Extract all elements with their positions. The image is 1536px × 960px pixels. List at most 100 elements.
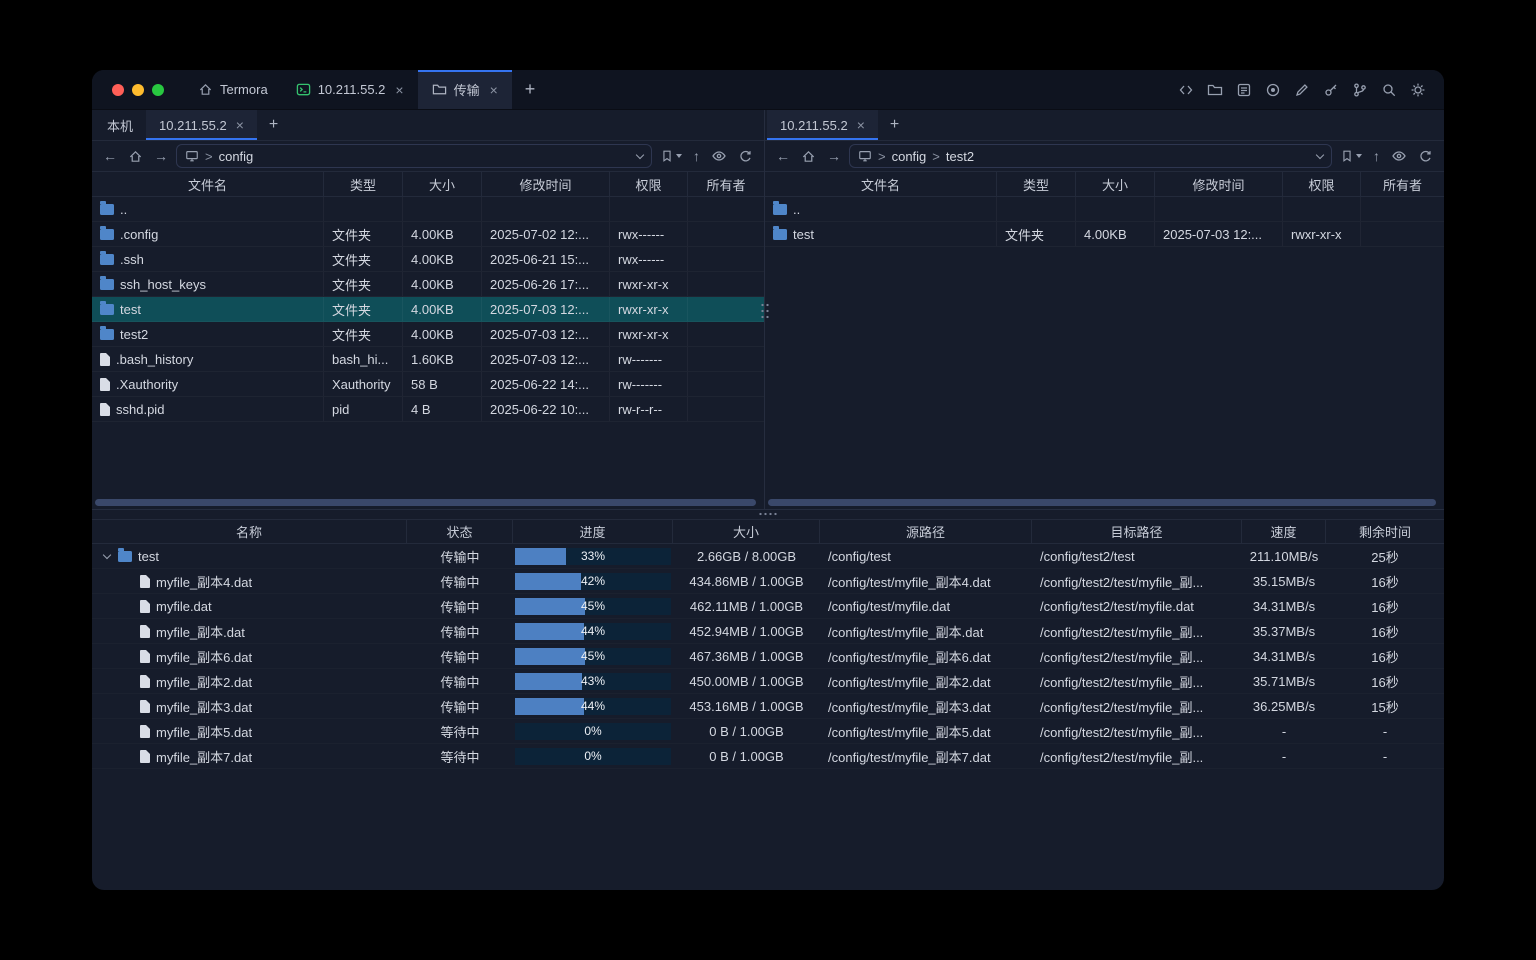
- transfer-row[interactable]: myfile_副本2.dat 传输中 43% 450.00MB / 1.00GB…: [92, 669, 1444, 694]
- column-header-size[interactable]: 大小: [403, 172, 482, 196]
- table-row[interactable]: .ssh 文件夹 4.00KB 2025-06-21 15:... rwx---…: [92, 247, 764, 272]
- table-row[interactable]: sshd.pid pid 4 B 2025-06-22 10:... rw-r-…: [92, 397, 764, 422]
- edit-icon[interactable]: [1294, 82, 1310, 98]
- progress-cell: 33%: [513, 544, 673, 568]
- folder-icon: [100, 254, 114, 265]
- code-icon[interactable]: [1178, 82, 1194, 98]
- left-nav-bar: ← → > config ↑: [92, 141, 764, 172]
- column-header-type[interactable]: 类型: [324, 172, 403, 196]
- horizontal-scrollbar[interactable]: [768, 499, 1436, 506]
- transfer-row[interactable]: myfile.dat 传输中 45% 462.11MB / 1.00GB /co…: [92, 594, 1444, 619]
- folder-icon[interactable]: [1207, 82, 1223, 98]
- transfer-row[interactable]: myfile_副本4.dat 传输中 42% 434.86MB / 1.00GB…: [92, 569, 1444, 594]
- minimize-window-button[interactable]: [132, 84, 144, 96]
- left-pane-tab-bar: 本机 10.211.55.2 × +: [92, 110, 764, 141]
- new-pane-tab-button[interactable]: +: [878, 110, 911, 140]
- file-size-cell: 1.60KB: [403, 347, 482, 371]
- horizontal-scrollbar[interactable]: [95, 499, 756, 506]
- column-header-filename[interactable]: 文件名: [765, 172, 997, 196]
- forward-arrow-icon[interactable]: →: [151, 149, 171, 163]
- tab-host-10-211-55-2[interactable]: 10.211.55.2 ×: [282, 70, 418, 109]
- transfer-name: myfile_副本3.dat: [156, 697, 252, 716]
- table-row[interactable]: ssh_host_keys 文件夹 4.00KB 2025-06-26 17:.…: [92, 272, 764, 297]
- folder-icon: [100, 329, 114, 340]
- column-header-size[interactable]: 大小: [1076, 172, 1155, 196]
- table-row[interactable]: ..: [765, 197, 1444, 222]
- transfer-speed: -: [1242, 719, 1326, 743]
- close-window-button[interactable]: [112, 84, 124, 96]
- table-row-selected[interactable]: test 文件夹 4.00KB 2025-07-03 12:... rwxr-x…: [92, 297, 764, 322]
- table-row[interactable]: test 文件夹 4.00KB 2025-07-03 12:... rwxr-x…: [765, 222, 1444, 247]
- collapse-chevron-icon[interactable]: [103, 551, 111, 559]
- column-header-perm[interactable]: 权限: [610, 172, 688, 196]
- bookmark-button[interactable]: [1337, 149, 1365, 163]
- table-row[interactable]: .bash_history bash_hi... 1.60KB 2025-07-…: [92, 347, 764, 372]
- column-header-status[interactable]: 状态: [407, 520, 513, 543]
- column-header-type[interactable]: 类型: [997, 172, 1076, 196]
- bookmark-button[interactable]: [657, 149, 685, 163]
- key-icon[interactable]: [1323, 82, 1339, 98]
- table-row[interactable]: ..: [92, 197, 764, 222]
- home-icon[interactable]: [798, 149, 819, 164]
- tab-transfer[interactable]: 传输 ×: [418, 70, 512, 109]
- forward-arrow-icon[interactable]: →: [824, 149, 844, 163]
- table-row[interactable]: .config 文件夹 4.00KB 2025-07-02 12:... rwx…: [92, 222, 764, 247]
- tab-termora[interactable]: Termora: [184, 70, 282, 109]
- transfer-row[interactable]: test 传输中 33% 2.66GB / 8.00GB /config/tes…: [92, 544, 1444, 569]
- column-header-mtime[interactable]: 修改时间: [482, 172, 610, 196]
- new-pane-tab-button[interactable]: +: [257, 110, 290, 140]
- eye-icon[interactable]: [1388, 148, 1410, 164]
- column-header-owner[interactable]: 所有者: [1361, 172, 1444, 196]
- pane-splitter-handle[interactable]: [760, 302, 769, 320]
- column-header-progress[interactable]: 进度: [513, 520, 673, 543]
- column-header-source[interactable]: 源路径: [820, 520, 1032, 543]
- refresh-icon[interactable]: [735, 149, 756, 164]
- search-icon[interactable]: [1381, 82, 1397, 98]
- refresh-icon[interactable]: [1415, 149, 1436, 164]
- transfer-row[interactable]: myfile_副本5.dat 等待中 0% 0 B / 1.00GB /conf…: [92, 719, 1444, 744]
- column-header-size[interactable]: 大小: [673, 520, 820, 543]
- table-row[interactable]: test2 文件夹 4.00KB 2025-07-03 12:... rwxr-…: [92, 322, 764, 347]
- path-input[interactable]: > config > test2: [849, 144, 1332, 168]
- tab-remote-host[interactable]: 10.211.55.2 ×: [767, 110, 878, 140]
- close-icon[interactable]: ×: [395, 82, 403, 98]
- column-header-owner[interactable]: 所有者: [688, 172, 764, 196]
- new-tab-button[interactable]: +: [512, 70, 549, 109]
- up-arrow-button[interactable]: ↑: [1370, 149, 1383, 163]
- back-arrow-icon[interactable]: ←: [100, 149, 120, 163]
- column-header-speed[interactable]: 速度: [1242, 520, 1326, 543]
- chevron-down-icon[interactable]: [1316, 150, 1324, 158]
- home-icon[interactable]: [125, 149, 146, 164]
- tab-local[interactable]: 本机: [94, 110, 146, 140]
- file-size-cell: [403, 197, 482, 221]
- column-header-filename[interactable]: 文件名: [92, 172, 324, 196]
- path-input[interactable]: > config: [176, 144, 652, 168]
- branch-icon[interactable]: [1352, 82, 1368, 98]
- gear-icon[interactable]: [1410, 82, 1426, 98]
- close-icon[interactable]: ×: [490, 82, 498, 98]
- column-header-mtime[interactable]: 修改时间: [1155, 172, 1283, 196]
- transfer-row[interactable]: myfile_副本3.dat 传输中 44% 453.16MB / 1.00GB…: [92, 694, 1444, 719]
- close-icon[interactable]: ×: [857, 117, 865, 133]
- record-icon[interactable]: [1265, 82, 1281, 98]
- transfer-row[interactable]: myfile_副本6.dat 传输中 45% 467.36MB / 1.00GB…: [92, 644, 1444, 669]
- chevron-down-icon[interactable]: [636, 150, 644, 158]
- file-icon: [140, 750, 150, 763]
- eye-icon[interactable]: [708, 148, 730, 164]
- progress-cell: 44%: [513, 619, 673, 643]
- up-arrow-button[interactable]: ↑: [690, 149, 703, 163]
- log-icon[interactable]: [1236, 82, 1252, 98]
- column-header-name[interactable]: 名称: [92, 520, 407, 543]
- close-icon[interactable]: ×: [236, 117, 244, 133]
- column-header-target[interactable]: 目标路径: [1032, 520, 1242, 543]
- column-header-perm[interactable]: 权限: [1283, 172, 1361, 196]
- tab-remote-host[interactable]: 10.211.55.2 ×: [146, 110, 257, 140]
- transfer-row[interactable]: myfile_副本7.dat 等待中 0% 0 B / 1.00GB /conf…: [92, 744, 1444, 769]
- transfer-size: 2.66GB / 8.00GB: [673, 544, 820, 568]
- transfer-row[interactable]: myfile_副本.dat 传输中 44% 452.94MB / 1.00GB …: [92, 619, 1444, 644]
- zoom-window-button[interactable]: [152, 84, 164, 96]
- back-arrow-icon[interactable]: ←: [773, 149, 793, 163]
- panel-splitter-handle[interactable]: [758, 511, 777, 519]
- column-header-eta[interactable]: 剩余时间: [1326, 520, 1444, 543]
- table-row[interactable]: .Xauthority Xauthority 58 B 2025-06-22 1…: [92, 372, 764, 397]
